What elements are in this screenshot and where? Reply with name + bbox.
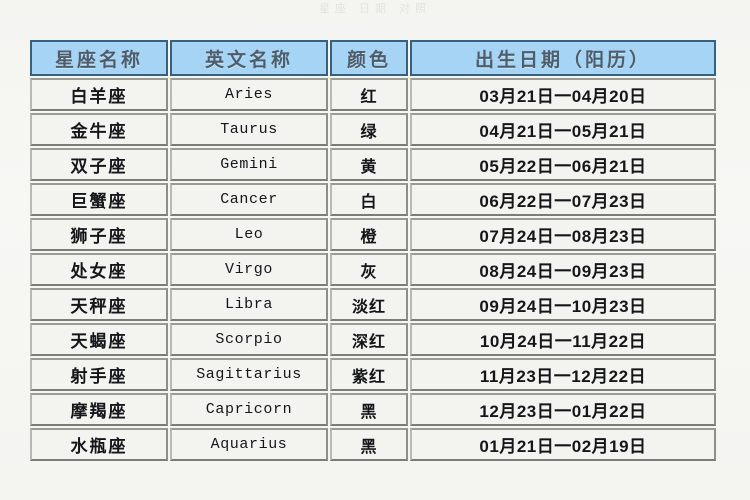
cell-en: Leo (170, 218, 328, 251)
cell-name: 双子座 (30, 148, 168, 181)
cell-en: Cancer (170, 183, 328, 216)
cell-date: 08月24日一09月23日 (410, 253, 716, 286)
cell-color: 黑 (330, 393, 408, 426)
table-header-row: 星座名称 英文名称 颜色 出生日期（阳历） (30, 40, 716, 76)
cell-name: 狮子座 (30, 218, 168, 251)
table-row: 金牛座 Taurus 绿 04月21日一05月21日 (30, 113, 716, 146)
table-row: 天蝎座 Scorpio 深红 10月24日一11月22日 (30, 323, 716, 356)
cell-color: 紫红 (330, 358, 408, 391)
cell-color: 淡红 (330, 288, 408, 321)
cell-name: 处女座 (30, 253, 168, 286)
cell-name: 射手座 (30, 358, 168, 391)
cell-color: 灰 (330, 253, 408, 286)
page-root: 星座 日期 对照 星座名称 英文名称 颜色 出生日期（阳历） 白羊座 Aries 红… (0, 0, 750, 500)
cell-en: Capricorn (170, 393, 328, 426)
cell-name: 白羊座 (30, 78, 168, 111)
cell-color: 黄 (330, 148, 408, 181)
table-row: 摩羯座 Capricorn 黑 12月23日一01月22日 (30, 393, 716, 426)
table-row: 双子座 Gemini 黄 05月22日一06月21日 (30, 148, 716, 181)
table-row: 白羊座 Aries 红 03月21日一04月20日 (30, 78, 716, 111)
table-row: 天秤座 Libra 淡红 09月24日一10月23日 (30, 288, 716, 321)
cell-name: 巨蟹座 (30, 183, 168, 216)
top-cropped-caption: 星座 日期 对照 (318, 3, 432, 15)
cell-date: 01月21日一02月19日 (410, 428, 716, 461)
cell-date: 12月23日一01月22日 (410, 393, 716, 426)
cell-en: Aquarius (170, 428, 328, 461)
cell-color: 白 (330, 183, 408, 216)
cell-name: 金牛座 (30, 113, 168, 146)
cell-name: 天秤座 (30, 288, 168, 321)
cell-date: 03月21日一04月20日 (410, 78, 716, 111)
column-header-color: 颜色 (330, 40, 408, 76)
cell-date: 11月23日一12月22日 (410, 358, 716, 391)
cell-date: 07月24日一08月23日 (410, 218, 716, 251)
cell-en: Aries (170, 78, 328, 111)
table-row: 水瓶座 Aquarius 黑 01月21日一02月19日 (30, 428, 716, 461)
cell-en: Scorpio (170, 323, 328, 356)
table-row: 狮子座 Leo 橙 07月24日一08月23日 (30, 218, 716, 251)
table-body: 白羊座 Aries 红 03月21日一04月20日 金牛座 Taurus 绿 04月21日一0… (30, 78, 716, 461)
cell-date: 09月24日一10月23日 (410, 288, 716, 321)
cell-color: 深红 (330, 323, 408, 356)
table-row: 巨蟹座 Cancer 白 06月22日一07月23日 (30, 183, 716, 216)
cell-color: 黑 (330, 428, 408, 461)
cell-en: Gemini (170, 148, 328, 181)
cell-en: Libra (170, 288, 328, 321)
table-row: 射手座 Sagittarius 紫红 11月23日一12月22日 (30, 358, 716, 391)
table-header: 星座名称 英文名称 颜色 出生日期（阳历） (30, 40, 716, 76)
cell-date: 05月22日一06月21日 (410, 148, 716, 181)
cell-date: 04月21日一05月21日 (410, 113, 716, 146)
cell-color: 绿 (330, 113, 408, 146)
table-row: 处女座 Virgo 灰 08月24日一09月23日 (30, 253, 716, 286)
column-header-en: 英文名称 (170, 40, 328, 76)
cell-color: 红 (330, 78, 408, 111)
cell-date: 10月24日一11月22日 (410, 323, 716, 356)
column-header-name: 星座名称 (30, 40, 168, 76)
cell-en: Taurus (170, 113, 328, 146)
zodiac-table: 星座名称 英文名称 颜色 出生日期（阳历） 白羊座 Aries 红 03月21日一04… (28, 38, 718, 463)
cell-name: 天蝎座 (30, 323, 168, 356)
cell-name: 摩羯座 (30, 393, 168, 426)
cell-name: 水瓶座 (30, 428, 168, 461)
cell-color: 橙 (330, 218, 408, 251)
cell-en: Virgo (170, 253, 328, 286)
column-header-date: 出生日期（阳历） (410, 40, 716, 76)
cell-en: Sagittarius (170, 358, 328, 391)
cell-date: 06月22日一07月23日 (410, 183, 716, 216)
